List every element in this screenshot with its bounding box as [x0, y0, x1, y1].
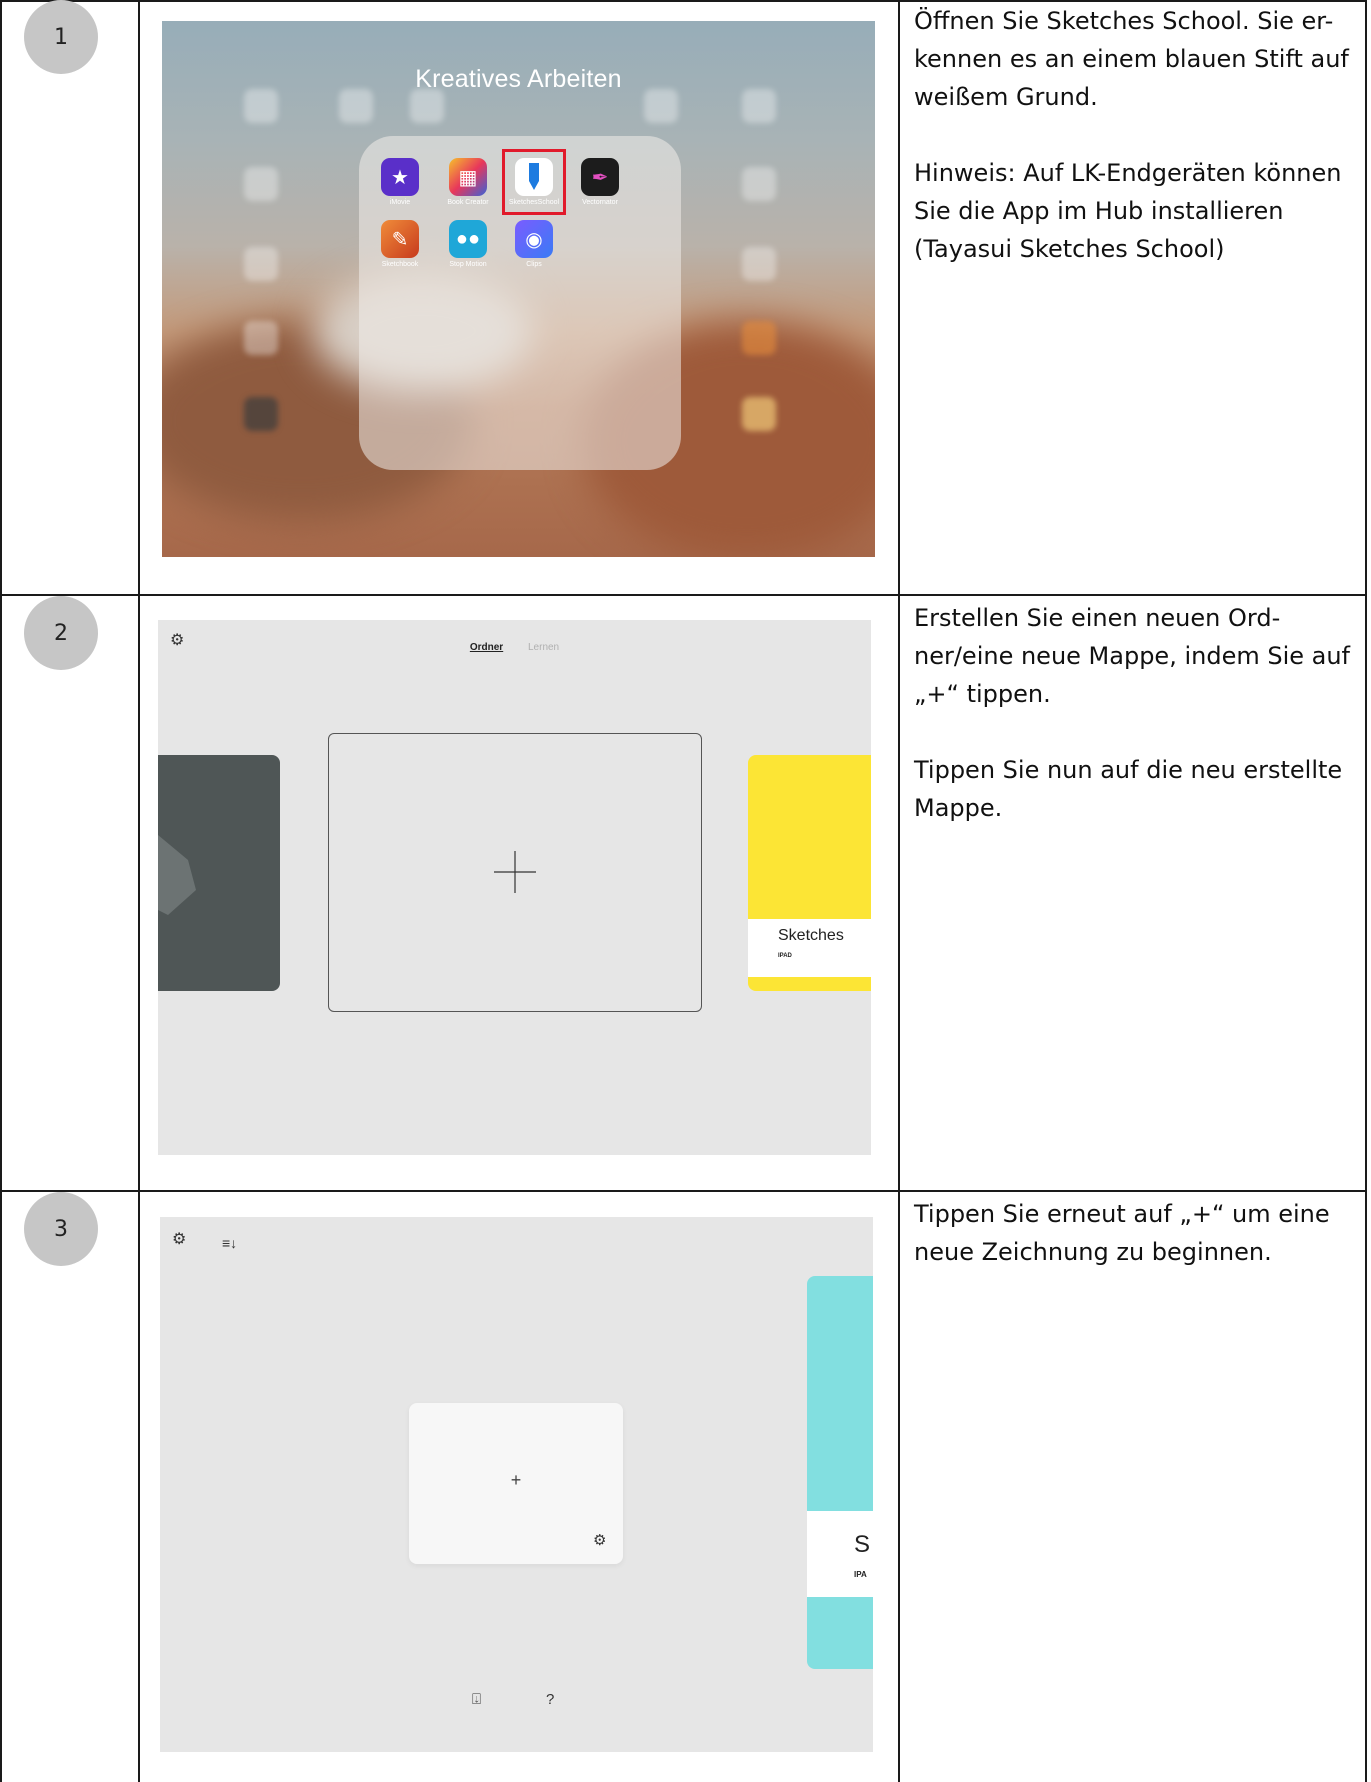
tab-bar: Ordner Lernen [158, 642, 871, 653]
table-divider-col1 [138, 0, 140, 1782]
folder-label: Sketches IPAD [748, 919, 871, 977]
table-border-right [1365, 0, 1367, 1782]
app-folder: ★ iMovie ▦ Book Creator SketchesSchool ✒… [359, 136, 681, 470]
table-row-divider-1 [0, 594, 1367, 596]
folder-title: S [854, 1531, 871, 1558]
new-drawing-card[interactable]: + ⚙ [409, 1403, 623, 1564]
folder-subtitle: IPA [854, 1570, 867, 1579]
screenshot-folder-contents: ⚙ ≡↓ + ⚙ S IPA ⍗ ? [160, 1217, 873, 1752]
sort-icon[interactable]: ≡↓ [222, 1235, 237, 1251]
table-border-left [0, 0, 2, 1782]
instruction-paragraph: Tippen Sie erneut auf „+“ um eine neue Z… [914, 1200, 1330, 1266]
instruction-paragraph: Hinweis: Auf LK-Endgeräten können Sie di… [914, 159, 1342, 263]
clips-icon: ◉ [515, 220, 553, 258]
screenshot-folders: ⚙ Ordner Lernen Sketches IPAD [158, 620, 871, 1155]
help-button[interactable]: ? [546, 1691, 554, 1708]
app-label: Stop Motion [449, 261, 487, 268]
vectornator-icon: ✒ [581, 158, 619, 196]
folder-label: S IPA [807, 1511, 873, 1597]
gear-icon[interactable]: ⚙ [172, 1229, 186, 1249]
app-clips[interactable]: ◉ Clips [507, 220, 561, 268]
tab-ordner[interactable]: Ordner [470, 642, 503, 653]
app-vectornator[interactable]: ✒ Vectornator [573, 158, 627, 206]
screenshot-home-folder: Kreatives Arbeiten ★ iMovie ▦ Book Creat… [162, 21, 875, 557]
folder-title: Kreatives Arbeiten [415, 65, 622, 93]
book-creator-icon: ▦ [449, 158, 487, 196]
dark-folder-card[interactable] [158, 755, 280, 991]
import-icon[interactable]: ⍗ [472, 1691, 481, 1708]
table-row-divider-2 [0, 1190, 1367, 1192]
app-stop-motion[interactable]: ●● Stop Motion [441, 220, 495, 268]
app-book-creator[interactable]: ▦ Book Creator [441, 158, 495, 206]
app-label: iMovie [389, 199, 411, 206]
instruction-paragraph: Erstellen Sie einen neuen Ord-ner/eine n… [914, 604, 1351, 708]
step-number-badge: 2 [24, 596, 98, 670]
app-label: Clips [526, 261, 542, 268]
app-sketchbook[interactable]: ✎ Sketchbook [373, 220, 427, 268]
plus-icon [494, 851, 536, 893]
app-imovie[interactable]: ★ iMovie [373, 158, 427, 206]
step-instruction: Öffnen Sie Sketches School. Sie er-kenne… [914, 2, 1354, 268]
app-label: Vectornator [582, 199, 618, 206]
instruction-paragraph: Öffnen Sie Sketches School. Sie er-kenne… [914, 7, 1349, 111]
folder-title: Sketches [778, 927, 844, 944]
folder-subtitle: IPAD [778, 953, 792, 959]
instruction-paragraph: Tippen Sie nun auf die neu erstellte Map… [914, 756, 1343, 822]
tab-lernen[interactable]: Lernen [528, 642, 559, 653]
table-divider-col2 [898, 0, 900, 1782]
app-label: Book Creator [447, 199, 489, 206]
gear-icon[interactable]: ⚙ [593, 1531, 606, 1549]
imovie-icon: ★ [381, 158, 419, 196]
sketches-folder-card[interactable]: Sketches IPAD [748, 755, 871, 991]
step-number-badge: 3 [24, 1192, 98, 1266]
highlight-box [502, 149, 566, 215]
step-number-badge: 1 [24, 0, 98, 74]
new-folder-card[interactable] [328, 733, 702, 1012]
step-instruction: Tippen Sie erneut auf „+“ um eine neue Z… [914, 1195, 1354, 1271]
sketchbook-icon: ✎ [381, 220, 419, 258]
plus-icon: + [510, 1470, 522, 1490]
folder-card[interactable]: S IPA [807, 1276, 873, 1669]
step-instruction: Erstellen Sie einen neuen Ord-ner/eine n… [914, 599, 1354, 827]
stop-motion-icon: ●● [449, 220, 487, 258]
app-label: Sketchbook [381, 261, 419, 268]
